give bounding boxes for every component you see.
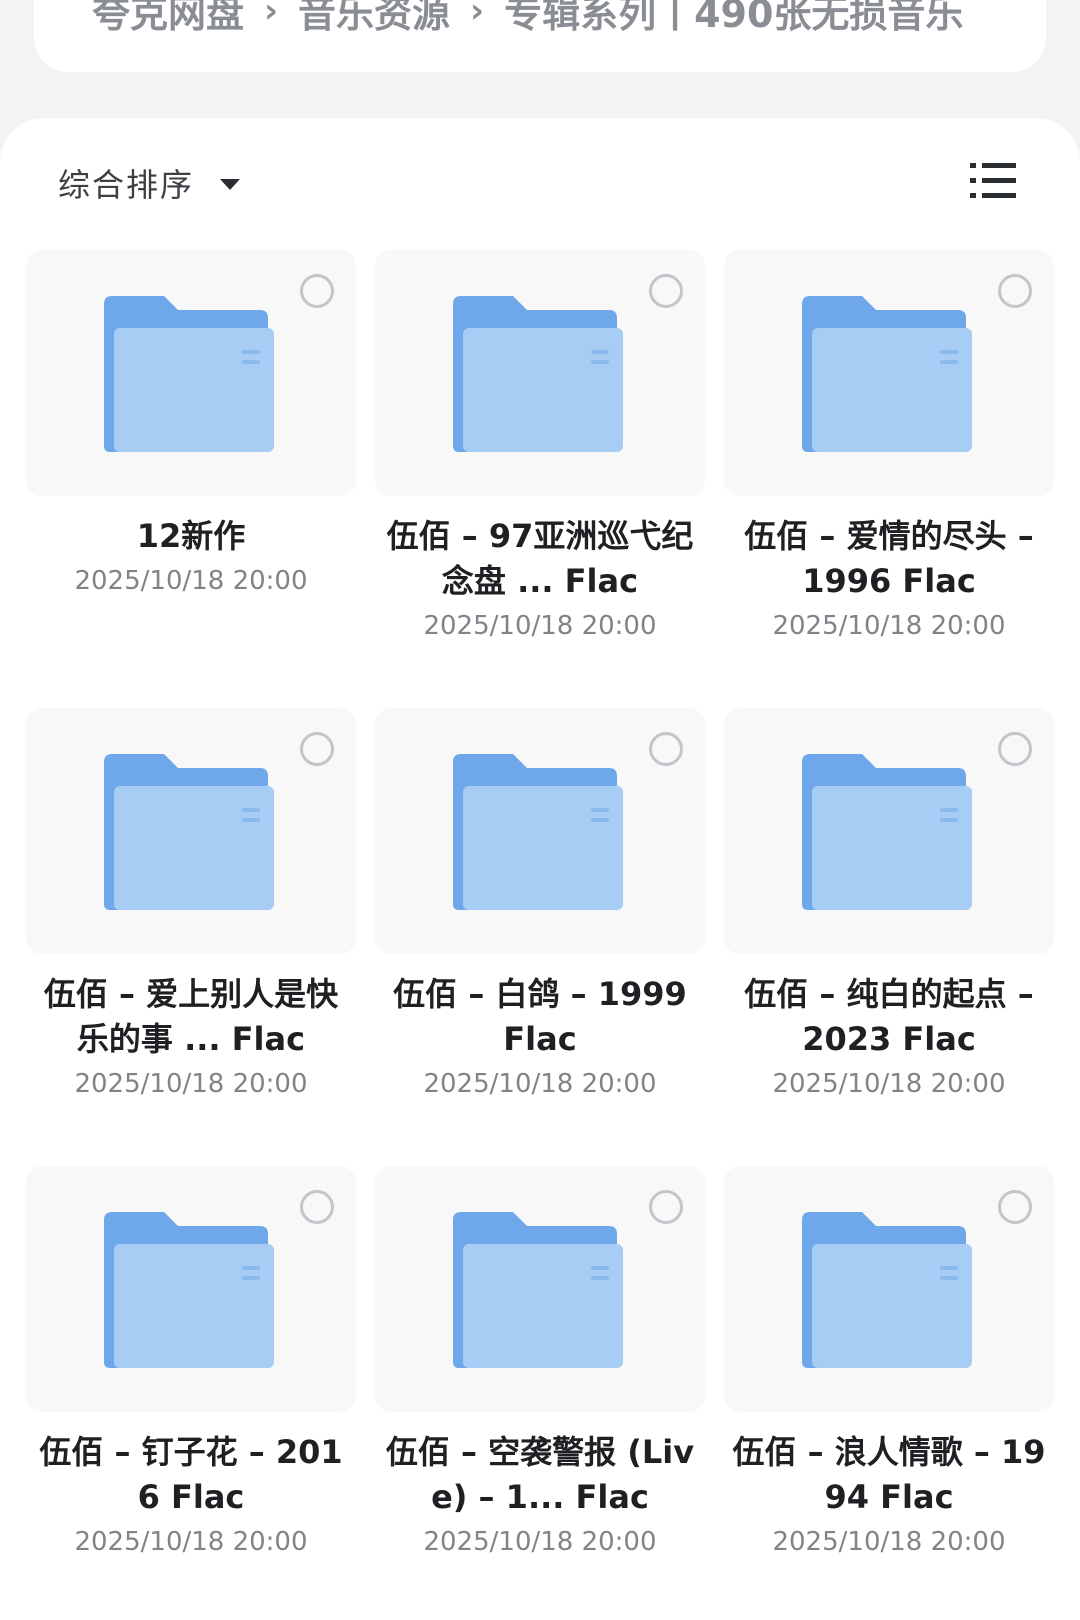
caret-down-icon [220,178,241,190]
folder-date: 2025/10/18 20:00 [772,611,1006,641]
folder-info: 伍佰 – 97亚洲巡弋纪念盘 ... Flac 2025/10/18 20:00 [375,514,705,648]
select-checkbox[interactable] [649,274,683,308]
folder-thumbnail [375,250,705,496]
select-checkbox[interactable] [300,732,334,766]
list-view-button[interactable] [970,162,1016,200]
folder-thumbnail [724,250,1054,496]
folder-name: 伍佰 – 97亚洲巡弋纪念盘 ... Flac [386,517,694,600]
folder-icon [453,1212,623,1368]
sort-dropdown[interactable]: 综合排序 [58,160,241,206]
page: 夸克网盘 › 音乐资源 › 专辑系列丨490张无损音乐 综合排序 12新作 20… [0,0,1080,1620]
folder-thumbnail [375,708,705,954]
select-checkbox[interactable] [300,274,334,308]
folder-item[interactable]: 伍佰 – 爱上别人是快乐的事 ... Flac 2025/10/18 20:00 [26,708,356,1166]
select-checkbox[interactable] [998,274,1032,308]
breadcrumb-item-music[interactable]: 音乐资源 [298,0,450,38]
select-checkbox[interactable] [998,1190,1032,1224]
folder-name: 12新作 [136,517,246,555]
folder-icon [453,296,623,452]
breadcrumb-item-root[interactable]: 夸克网盘 [92,0,244,38]
folder-name: 伍佰 – 浪人情歌 – 1994 Flac [732,1433,1046,1516]
folder-item[interactable]: 伍佰 – 白鸽 – 1999 Flac 2025/10/18 20:00 [375,708,705,1166]
folder-date: 2025/10/18 20:00 [772,1527,1006,1557]
folder-icon [104,296,274,452]
chevron-right-icon: › [470,0,485,31]
folder-info: 伍佰 – 空袭警报 (Live) – 1... Flac 2025/10/18 … [375,1430,705,1564]
folder-thumbnail [26,1166,356,1412]
file-panel: 综合排序 12新作 2025/10/18 20:00 伍佰 – 97亚洲巡弋纪念… [0,118,1080,1620]
folder-date: 2025/10/18 20:00 [74,1069,308,1099]
select-checkbox[interactable] [649,732,683,766]
folder-icon [104,1212,274,1368]
folder-info: 伍佰 – 钉子花 – 2016 Flac 2025/10/18 20:00 [26,1430,356,1564]
folder-thumbnail [375,1166,705,1412]
select-checkbox[interactable] [998,732,1032,766]
toolbar: 综合排序 [0,118,1080,246]
folder-name: 伍佰 – 爱情的尽头 – 1996 Flac [744,517,1034,600]
breadcrumb: 夸克网盘 › 音乐资源 › 专辑系列丨490张无损音乐 [34,0,1046,72]
folder-date: 2025/10/18 20:00 [423,1069,657,1099]
list-view-icon [970,163,1016,198]
breadcrumb-item-current: 专辑系列丨490张无损音乐 [504,0,964,36]
folder-info: 伍佰 – 白鸽 – 1999 Flac 2025/10/18 20:00 [375,972,705,1106]
folder-name: 伍佰 – 白鸽 – 1999 Flac [393,975,687,1058]
folder-thumbnail [26,708,356,954]
folder-icon [802,1212,972,1368]
folder-item[interactable]: 伍佰 – 钉子花 – 2016 Flac 2025/10/18 20:00 [26,1166,356,1620]
folder-thumbnail [26,250,356,496]
folder-date: 2025/10/18 20:00 [423,611,657,641]
folder-item[interactable]: 伍佰 – 爱情的尽头 – 1996 Flac 2025/10/18 20:00 [724,250,1054,708]
folder-name: 伍佰 – 纯白的起点 – 2023 Flac [744,975,1034,1058]
breadcrumb-trail: 夸克网盘 › 音乐资源 › 专辑系列丨490张无损音乐 [92,0,963,38]
folder-info: 伍佰 – 纯白的起点 – 2023 Flac 2025/10/18 20:00 [724,972,1054,1106]
folder-info: 伍佰 – 爱情的尽头 – 1996 Flac 2025/10/18 20:00 [724,514,1054,648]
folder-icon [104,754,274,910]
folder-date: 2025/10/18 20:00 [772,1069,1006,1099]
folder-item[interactable]: 伍佰 – 纯白的起点 – 2023 Flac 2025/10/18 20:00 [724,708,1054,1166]
sort-label: 综合排序 [58,166,195,204]
folder-icon [802,296,972,452]
select-checkbox[interactable] [300,1190,334,1224]
folder-date: 2025/10/18 20:00 [74,1527,308,1557]
chevron-right-icon: › [264,0,279,31]
folder-name: 伍佰 – 空袭警报 (Live) – 1... Flac [385,1433,695,1516]
folder-item[interactable]: 伍佰 – 97亚洲巡弋纪念盘 ... Flac 2025/10/18 20:00 [375,250,705,708]
file-grid: 12新作 2025/10/18 20:00 伍佰 – 97亚洲巡弋纪念盘 ...… [26,250,1056,1620]
folder-info: 12新作 2025/10/18 20:00 [26,514,356,603]
select-checkbox[interactable] [649,1190,683,1224]
folder-date: 2025/10/18 20:00 [423,1527,657,1557]
folder-item[interactable]: 伍佰 – 浪人情歌 – 1994 Flac 2025/10/18 20:00 [724,1166,1054,1620]
folder-date: 2025/10/18 20:00 [74,566,308,596]
folder-thumbnail [724,708,1054,954]
folder-info: 伍佰 – 爱上别人是快乐的事 ... Flac 2025/10/18 20:00 [26,972,356,1106]
folder-item[interactable]: 12新作 2025/10/18 20:00 [26,250,356,708]
folder-icon [802,754,972,910]
folder-info: 伍佰 – 浪人情歌 – 1994 Flac 2025/10/18 20:00 [724,1430,1054,1564]
folder-icon [453,754,623,910]
folder-item[interactable]: 伍佰 – 空袭警报 (Live) – 1... Flac 2025/10/18 … [375,1166,705,1620]
folder-name: 伍佰 – 钉子花 – 2016 Flac [39,1433,343,1516]
folder-thumbnail [724,1166,1054,1412]
folder-name: 伍佰 – 爱上别人是快乐的事 ... Flac [43,975,339,1058]
